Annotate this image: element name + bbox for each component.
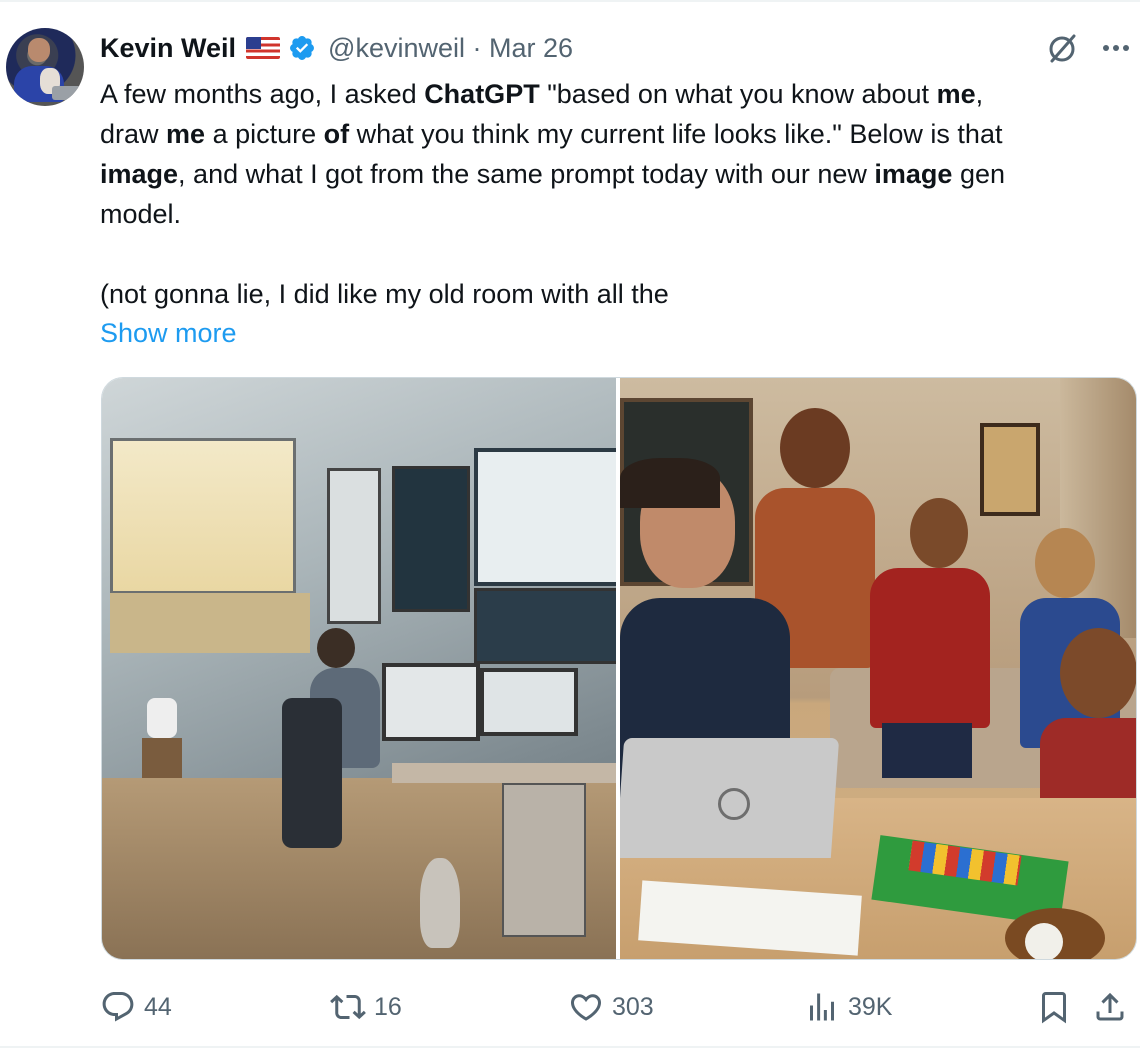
tweet-text-line: draw me a picture of what you think my c… (100, 114, 1140, 154)
bookmark-button[interactable] (1036, 985, 1072, 1029)
bottom-divider (0, 1046, 1140, 1048)
more-icon[interactable] (1098, 36, 1134, 60)
views-button[interactable]: 39K (804, 985, 892, 1029)
media-image-illustration[interactable] (102, 378, 616, 959)
text-run: gen (952, 159, 1006, 189)
reply-icon (102, 992, 134, 1022)
repost-count: 16 (374, 992, 402, 1021)
bookmark-icon (1042, 992, 1066, 1024)
text-run: what you think my current life looks lik… (349, 119, 1003, 149)
like-icon (570, 994, 602, 1021)
show-more-link[interactable]: Show more (100, 313, 237, 353)
text-run: draw (100, 119, 167, 149)
tweet-media[interactable] (101, 377, 1137, 960)
media-image-photo[interactable] (620, 378, 1136, 959)
tweet-header: Kevin Weil @kevinweil · Mar 26 (100, 30, 573, 66)
author-name[interactable]: Kevin Weil (100, 33, 236, 64)
handle-and-date[interactable]: @kevinweil · Mar 26 (328, 33, 573, 64)
views-icon (810, 993, 834, 1021)
highlighted-text: ChatGPT (424, 79, 540, 109)
verified-badge-icon[interactable] (288, 34, 316, 62)
repost-button[interactable]: 16 (330, 985, 402, 1029)
tweet-text-line: image, and what I got from the same prom… (100, 154, 1140, 194)
text-run: model. (100, 199, 182, 229)
reply-count: 44 (144, 992, 172, 1021)
highlighted-text: me (166, 119, 206, 149)
tweet-text-line: (not gonna lie, I did like my old room w… (100, 274, 1140, 314)
text-run: a picture (205, 119, 324, 149)
tweet-text-line: model. (100, 194, 1140, 234)
share-button[interactable] (1092, 985, 1128, 1029)
like-button[interactable]: 303 (568, 985, 654, 1029)
highlighted-text: image (874, 159, 953, 189)
tweet-text-line: A few months ago, I asked ChatGPT "based… (100, 74, 1140, 114)
reply-button[interactable]: 44 (100, 985, 172, 1029)
highlighted-text: me (936, 79, 976, 109)
highlighted-text: of (323, 119, 350, 149)
top-divider (0, 0, 1140, 2)
like-count: 303 (612, 992, 654, 1021)
text-run: , and what I got from the same prompt to… (178, 159, 875, 189)
text-run: A few months ago, I asked (100, 79, 425, 109)
repost-icon (330, 994, 366, 1020)
grok-icon[interactable] (1044, 30, 1080, 66)
text-run: (not gonna lie, I did like my old room w… (100, 279, 669, 309)
avatar[interactable] (6, 28, 84, 106)
tweet-text: A few months ago, I asked ChatGPT "based… (100, 74, 1140, 314)
text-run: "based on what you know about (539, 79, 937, 109)
highlighted-text: image (100, 159, 179, 189)
text-run: , (975, 79, 984, 109)
views-count: 39K (848, 992, 893, 1021)
share-icon (1096, 992, 1124, 1021)
tweet-actions: 44 16 303 39K (100, 985, 1140, 1029)
us-flag-icon (246, 37, 281, 59)
